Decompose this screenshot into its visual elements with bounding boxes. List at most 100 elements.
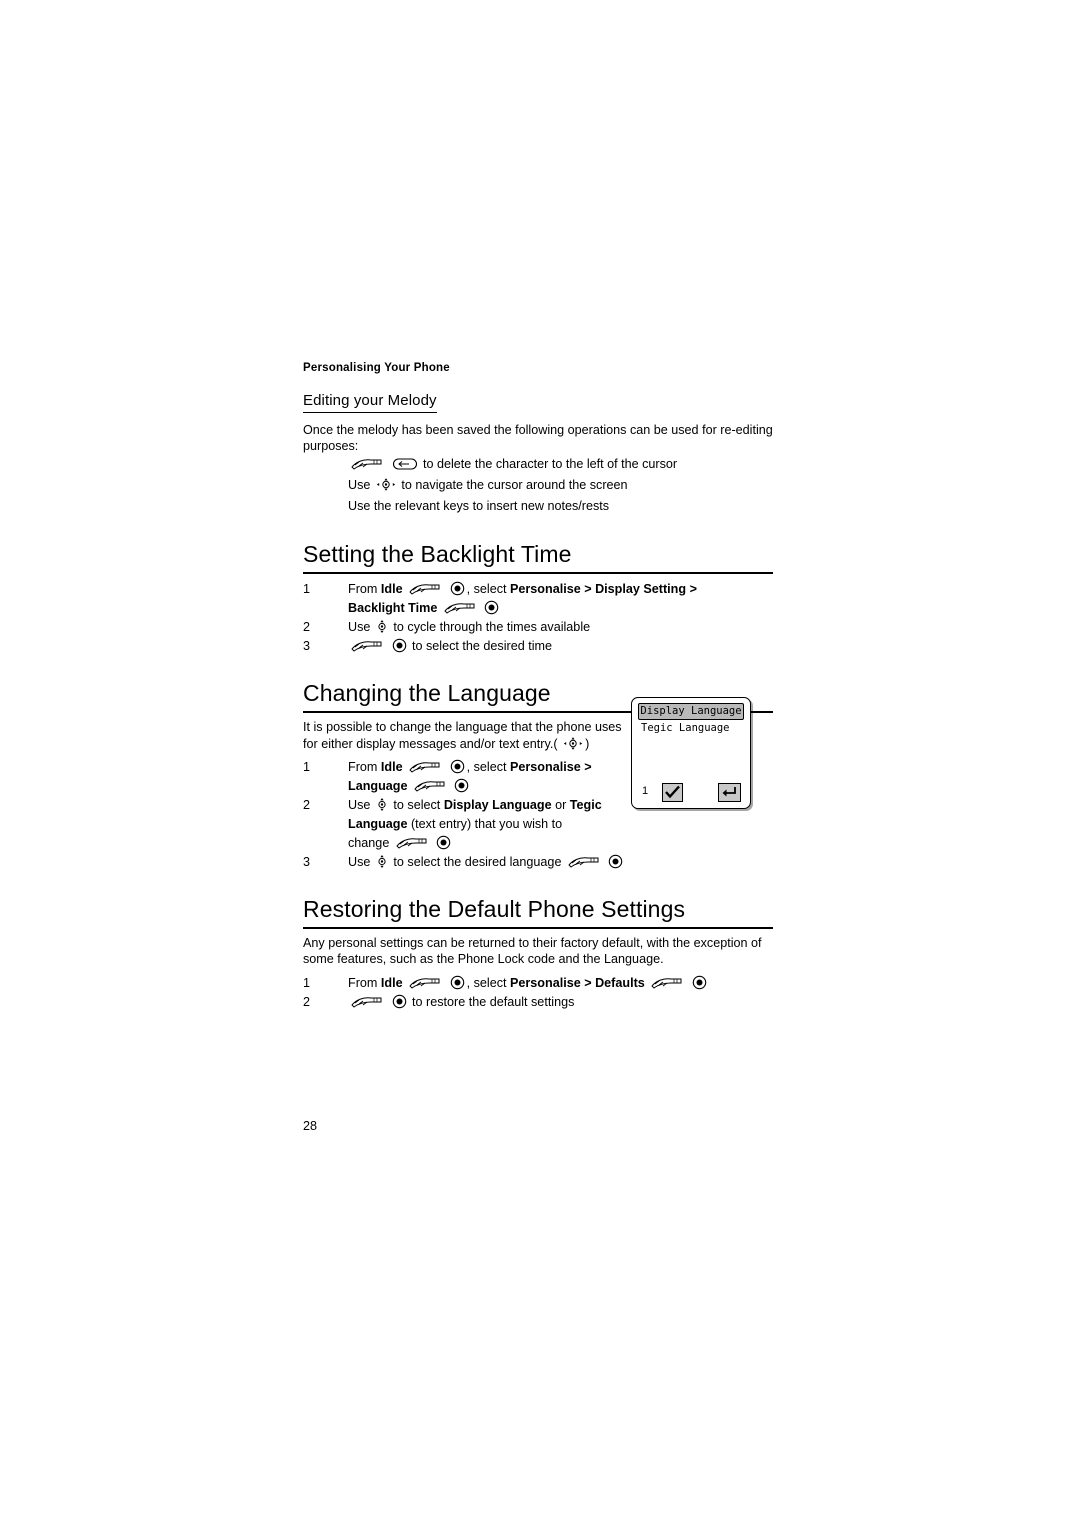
softkey-press-icon: [395, 835, 429, 850]
step-text-gt: >: [584, 760, 592, 775]
manual-page: Personalising Your Phone Editing your Me…: [0, 0, 1080, 1528]
step-text-gt-1: >: [584, 582, 592, 597]
phone-screen-softkey-bar: 1: [632, 782, 750, 802]
step-text-tegic: Tegic: [569, 798, 602, 813]
back-arrow-icon: [718, 783, 741, 802]
phone-screen-illustration: Display Language Tegic Language 1: [631, 697, 751, 809]
step-text-display-language: Display Language: [443, 798, 552, 813]
section-backlight-time: Setting the Backlight Time 1 From Idle ,…: [303, 541, 773, 656]
step-text-toselect: to select: [393, 798, 441, 813]
step-text-from: From: [348, 760, 378, 775]
step-text-change: change: [348, 836, 390, 851]
step-text-idle: Idle: [380, 582, 403, 597]
step-number: 1: [303, 975, 311, 990]
defaults-step-1: 1 From Idle , select Personalise > Defau…: [303, 974, 773, 993]
step-number: 2: [303, 994, 311, 1009]
step-number: 1: [303, 760, 311, 775]
step-text-display-setting: Display Setting: [595, 582, 687, 597]
defaults-step-2: 2 to restore the default settings: [303, 993, 773, 1012]
step-text-from: From: [348, 582, 378, 597]
step-text-or: or: [555, 798, 567, 813]
softkey-press-icon: [408, 759, 442, 774]
editing-melody-line-2-text: to navigate the cursor around the screen: [401, 478, 628, 493]
language-steps: 1 From Idle , select Personalise > Langu…: [303, 758, 633, 872]
step-number: 2: [303, 798, 311, 813]
select-button-icon: [450, 759, 465, 774]
check-mark-icon: [662, 783, 683, 802]
softkey-press-icon: [350, 994, 384, 1009]
step-text-personalise: Personalise: [510, 760, 581, 775]
heading-editing-melody: Editing your Melody: [303, 392, 437, 413]
editing-melody-line-1: to delete the character to the left of t…: [348, 454, 773, 475]
editing-melody-line-2: Use to navigate the cursor around the sc…: [348, 475, 773, 496]
step-text: From Idle: [348, 758, 633, 796]
step-text-use: Use: [348, 620, 371, 635]
step-text: to restore the default settings: [348, 993, 773, 1012]
phone-screen-title: Display Language: [638, 703, 744, 720]
step-text-tegic-language: Language: [348, 817, 408, 832]
softkey-press-icon: [408, 581, 442, 596]
softkey-press-icon: [413, 778, 447, 793]
step-text-use: Use: [348, 798, 371, 813]
running-head: Personalising Your Phone: [303, 362, 450, 374]
editing-melody-line-2-lead: Use: [348, 478, 371, 493]
page-content: Personalising Your Phone Editing your Me…: [303, 362, 773, 1012]
language-step-3: 3 Use to select the desired language: [303, 853, 633, 872]
step-text-use: Use: [348, 855, 371, 870]
select-button-icon: [392, 994, 407, 1009]
step-text-personalise: Personalise: [510, 582, 581, 597]
step-text-tail: to cycle through the times available: [393, 620, 591, 635]
step-text-select: , select: [466, 760, 507, 775]
softkey-press-icon: [408, 975, 442, 990]
page-number: 28: [303, 1119, 318, 1133]
navigation-4way-icon: [376, 477, 396, 492]
step-text-gt: >: [584, 975, 592, 990]
navigation-updown-icon: [376, 619, 388, 634]
editing-melody-line-3: Use the relevant keys to insert new note…: [348, 499, 610, 514]
phone-screen-list-item: Tegic Language: [641, 722, 730, 734]
step-text-idle: Idle: [380, 760, 403, 775]
select-button-icon: [436, 835, 451, 850]
restoring-defaults-intro: Any personal settings can be returned to…: [303, 936, 762, 966]
step-text-tail: to select the desired language: [393, 855, 562, 870]
step-number: 3: [303, 639, 311, 654]
step-text: Use to select the desired language: [348, 853, 633, 872]
step-text: to select the desired time: [348, 637, 773, 656]
select-button-icon: [450, 975, 465, 990]
step-text-from: From: [348, 975, 378, 990]
softkey-press-icon: [443, 600, 477, 615]
step-text-defaults: Defaults: [595, 975, 645, 990]
step-number: 2: [303, 620, 311, 635]
backlight-step-3: 3 to select the desired time: [303, 637, 773, 656]
step-text: Use to select Display Language or Tegic …: [348, 796, 633, 853]
select-button-icon: [450, 581, 465, 596]
language-step-2: 2 Use to select Display Language or Tegi…: [303, 796, 633, 853]
step-text: From Idle: [348, 580, 773, 618]
softkey-press-icon: [650, 975, 684, 990]
select-button-icon: [484, 600, 499, 615]
navigation-4way-icon: [563, 736, 583, 751]
step-text-backlight-time: Backlight Time: [348, 601, 438, 616]
section-editing-melody: Editing your Melody Once the melody has …: [303, 392, 773, 517]
step-text-language: Language: [348, 779, 408, 794]
step-number: 1: [303, 582, 311, 597]
step-number: 3: [303, 855, 311, 870]
select-button-icon: [392, 638, 407, 653]
navigation-updown-icon: [376, 797, 388, 812]
navigation-updown-icon: [376, 854, 388, 869]
changing-language-intro-close: ): [585, 736, 590, 751]
language-step-1: 1 From Idle , select Personalise > Langu…: [303, 758, 633, 796]
editing-melody-intro: Once the melody has been saved the follo…: [303, 423, 773, 453]
step-text: Use to cycle through the times available: [348, 618, 773, 637]
step-text-gt-2: >: [689, 582, 697, 597]
softkey-press-icon: [350, 638, 384, 653]
editing-melody-line-1-text: to delete the character to the left of t…: [423, 457, 678, 472]
backlight-step-1: 1 From Idle , select Personalise > Displ…: [303, 580, 773, 618]
defaults-steps: 1 From Idle , select Personalise > Defau…: [303, 974, 773, 1012]
step-text-idle: Idle: [380, 975, 403, 990]
step-text-personalise: Personalise: [510, 975, 581, 990]
heading-restoring-defaults: Restoring the Default Phone Settings: [303, 896, 773, 930]
phone-screen-index: 1: [642, 785, 649, 797]
heading-backlight-time: Setting the Backlight Time: [303, 541, 773, 575]
backlight-steps: 1 From Idle , select Personalise > Displ…: [303, 580, 773, 656]
